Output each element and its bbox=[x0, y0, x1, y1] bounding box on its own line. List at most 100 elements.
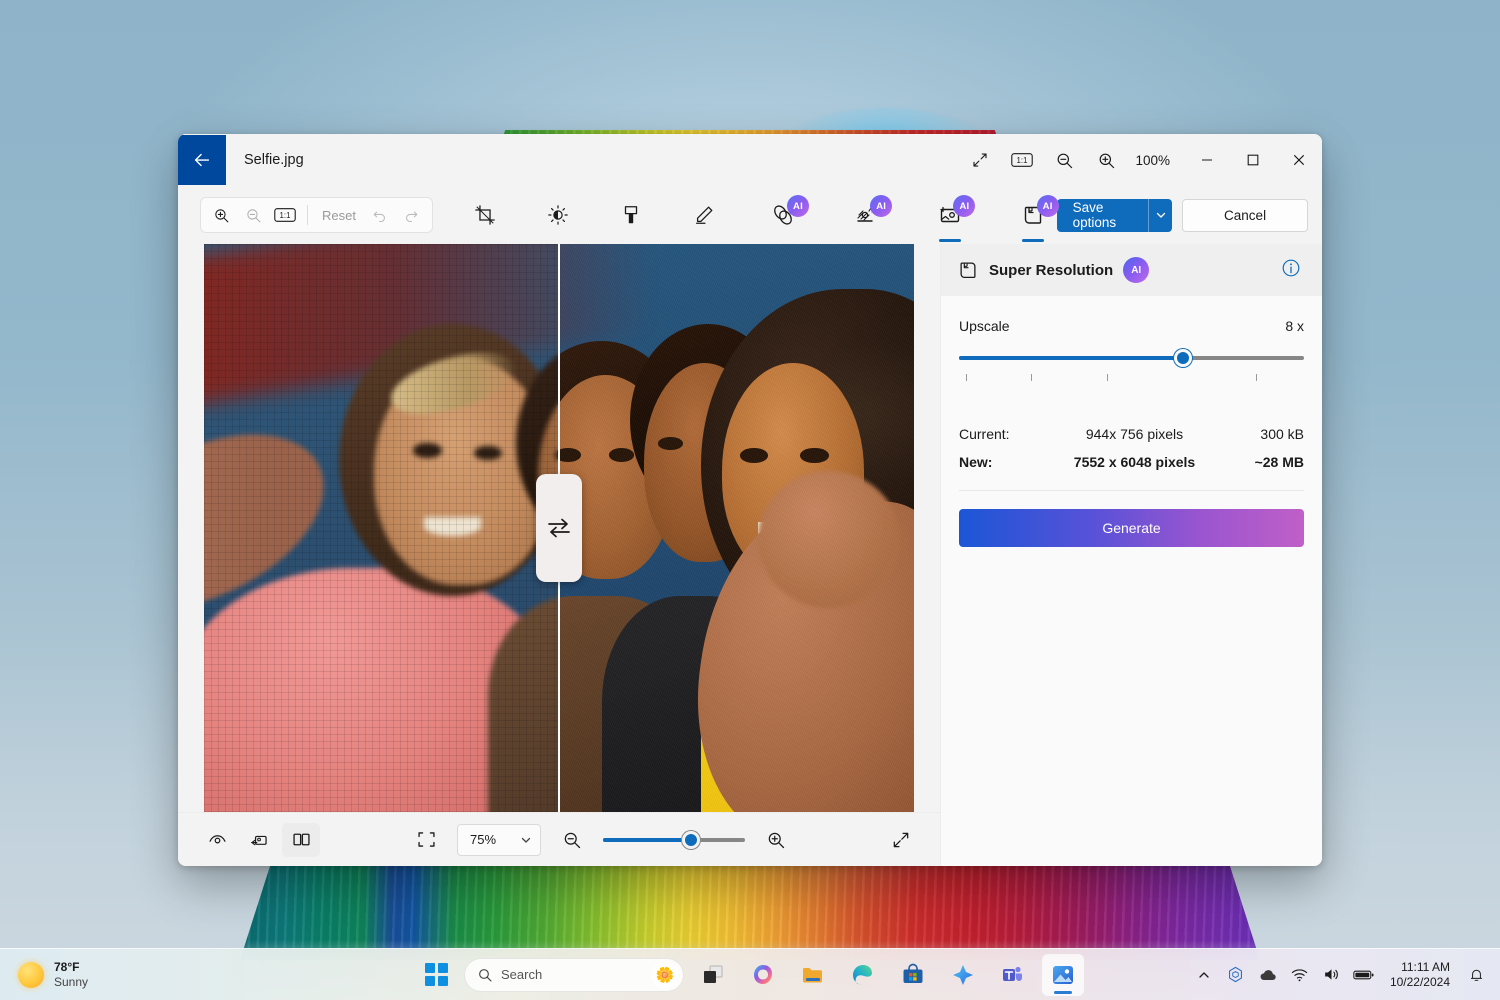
taskbar-app-microsoft-store[interactable] bbox=[892, 954, 934, 996]
window-title: Selfie.jpg bbox=[244, 152, 304, 168]
super-resolution-tool-button[interactable]: AI bbox=[1009, 192, 1059, 238]
crop-icon bbox=[474, 205, 495, 225]
info-icon[interactable] bbox=[1280, 257, 1306, 283]
reset-button[interactable]: Reset bbox=[314, 208, 364, 223]
upscale-slider-ticks bbox=[959, 374, 1304, 384]
lotus-icon[interactable]: 🌼 bbox=[651, 960, 679, 989]
toolbar-zoom-in-button[interactable] bbox=[205, 201, 237, 229]
adjustment-tool-button[interactable] bbox=[534, 192, 581, 238]
current-dimensions: 944x 756 pixels bbox=[1085, 426, 1184, 442]
retouch-tool-button[interactable] bbox=[607, 192, 654, 238]
panel-body: Upscale 8 x Current: 944x 756 pixels 300… bbox=[941, 296, 1322, 547]
window-body: 75% Super Resolution AI Upscale 8 x Curr… bbox=[178, 244, 1322, 866]
redo-button[interactable] bbox=[396, 201, 428, 229]
windows-taskbar: 78°F Sunny Search 🌼 11:11 AM 10/22/2024 bbox=[0, 948, 1500, 1000]
copilot-icon bbox=[754, 964, 772, 984]
fit-to-screen-icon[interactable] bbox=[407, 823, 445, 857]
actual-size-icon: 1:1 bbox=[274, 208, 296, 222]
weather-text: 78°F Sunny bbox=[54, 960, 88, 989]
crop-tool-button[interactable] bbox=[461, 192, 508, 238]
taskbar-app-task-view[interactable] bbox=[692, 954, 734, 996]
markup-tool-button[interactable] bbox=[681, 192, 728, 238]
undo-button[interactable] bbox=[364, 201, 396, 229]
zoom-controls: 75% bbox=[407, 823, 795, 857]
blur-background-tool-button[interactable]: AI bbox=[760, 192, 809, 238]
cloud-status-icon[interactable] bbox=[1254, 957, 1282, 993]
cloud-icon bbox=[1260, 969, 1276, 980]
clock-widget[interactable]: 11:11 AM 10/22/2024 bbox=[1382, 960, 1458, 990]
ai-badge: AI bbox=[1036, 195, 1059, 217]
search-icon bbox=[479, 968, 492, 982]
upscale-slider-fill bbox=[959, 356, 1184, 360]
statusbar-zoom-out-button[interactable] bbox=[553, 823, 591, 857]
current-resolution-row: Current: 944x 756 pixels 300 kB bbox=[959, 420, 1304, 448]
weather-widget[interactable]: 78°F Sunny bbox=[0, 953, 102, 997]
start-button[interactable] bbox=[416, 955, 456, 995]
taskbar-app-microsoft-designer[interactable] bbox=[942, 954, 984, 996]
network-icon[interactable] bbox=[1286, 957, 1314, 993]
zoom-slider-thumb[interactable] bbox=[682, 830, 701, 849]
toolbar-zoom-out-button[interactable] bbox=[237, 201, 269, 229]
canvas-area bbox=[178, 244, 940, 812]
taskbar-app-photos[interactable] bbox=[1042, 953, 1084, 996]
statusbar-zoom-in-button[interactable] bbox=[757, 823, 795, 857]
taskbar-app-microsoft-teams[interactable] bbox=[992, 954, 1034, 996]
upscale-row: Upscale 8 x bbox=[959, 318, 1304, 334]
current-file-size: 300 kB bbox=[1260, 426, 1304, 442]
erase-objects-tool-button[interactable]: AI bbox=[843, 192, 893, 238]
undo-icon bbox=[374, 210, 386, 222]
upscale-label: Upscale bbox=[959, 318, 1010, 334]
fit-to-window-icon[interactable] bbox=[959, 143, 1001, 177]
edit-toolbar: 1:1 Reset AI AI AI AI Save options Cance… bbox=[178, 186, 1322, 244]
statusbar-right bbox=[882, 823, 920, 857]
store-icon bbox=[903, 963, 923, 983]
toolbar-actual-size-button[interactable]: 1:1 bbox=[269, 201, 301, 229]
svg-text:1:1: 1:1 bbox=[280, 211, 291, 220]
show-hidden-icons-button[interactable] bbox=[1190, 957, 1218, 993]
new-label: New: bbox=[959, 454, 993, 470]
taskbar-app-microsoft-edge[interactable] bbox=[842, 954, 884, 996]
battery-icon[interactable] bbox=[1350, 957, 1378, 993]
upscale-slider-thumb[interactable] bbox=[1174, 349, 1193, 367]
canvas-column: 75% bbox=[178, 244, 940, 866]
cancel-button[interactable]: Cancel bbox=[1182, 198, 1309, 232]
bell-icon bbox=[1470, 969, 1482, 981]
taskbar-app-copilot[interactable] bbox=[742, 954, 784, 996]
zoom-out-icon[interactable] bbox=[1043, 143, 1085, 177]
compare-original-icon[interactable] bbox=[240, 823, 278, 857]
search-input[interactable]: Search 🌼 bbox=[464, 957, 684, 992]
hexagon-icon bbox=[1229, 966, 1243, 983]
panel-header: Super Resolution AI bbox=[941, 244, 1322, 296]
taskbar-app-file-explorer[interactable] bbox=[792, 954, 834, 996]
zoom-level-label: 100% bbox=[1135, 152, 1170, 168]
compare-slider-handle[interactable] bbox=[536, 474, 582, 582]
save-options-chevron[interactable] bbox=[1149, 199, 1172, 232]
upscale-slider[interactable] bbox=[959, 348, 1304, 368]
zoom-in-icon bbox=[214, 208, 228, 222]
zoom-in-icon[interactable] bbox=[1085, 143, 1127, 177]
generative-erase-tool-button[interactable]: AI bbox=[926, 192, 976, 238]
ai-badge: AI bbox=[786, 195, 809, 217]
redo-icon bbox=[406, 210, 418, 222]
volume-icon[interactable] bbox=[1318, 957, 1346, 993]
generate-button[interactable]: Generate bbox=[959, 509, 1304, 547]
minimize-button[interactable] bbox=[1184, 134, 1230, 186]
onedrive-icon[interactable] bbox=[1222, 957, 1250, 993]
canvas-status-bar: 75% bbox=[178, 812, 940, 866]
save-options-button[interactable]: Save options bbox=[1056, 198, 1173, 232]
super-resolution-panel: Super Resolution AI Upscale 8 x Current:… bbox=[940, 244, 1322, 866]
image-compare-viewer[interactable] bbox=[204, 244, 914, 812]
windows-logo-icon bbox=[424, 963, 448, 986]
notifications-button[interactable] bbox=[1462, 957, 1490, 993]
maximize-button[interactable] bbox=[1230, 134, 1276, 186]
zoom-slider[interactable] bbox=[603, 830, 745, 849]
eye-preview-icon[interactable] bbox=[198, 823, 236, 857]
chevron-down-icon bbox=[1156, 212, 1165, 218]
split-view-icon[interactable] bbox=[282, 822, 320, 857]
pen-icon bbox=[696, 206, 713, 224]
actual-size-icon[interactable]: 1:1 bbox=[1001, 143, 1043, 177]
back-button[interactable] bbox=[178, 135, 226, 185]
zoom-level-select[interactable]: 75% bbox=[457, 823, 541, 856]
fullscreen-icon[interactable] bbox=[882, 823, 920, 857]
close-button[interactable] bbox=[1276, 134, 1322, 186]
